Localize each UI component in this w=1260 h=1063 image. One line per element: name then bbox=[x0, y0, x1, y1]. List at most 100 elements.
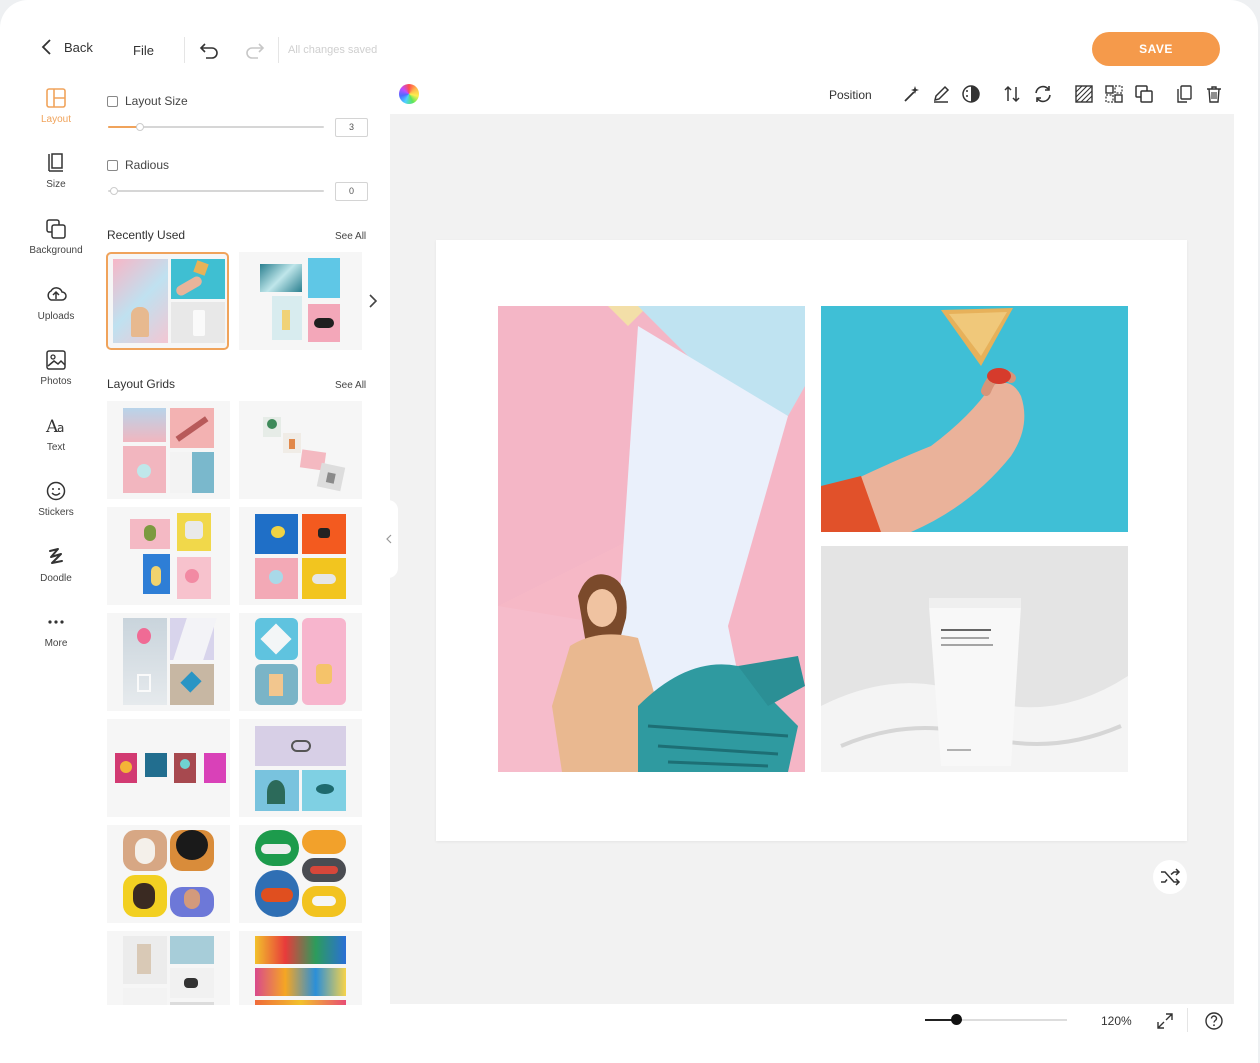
fullscreen-button[interactable] bbox=[1156, 1012, 1174, 1035]
radius-slider-handle[interactable] bbox=[110, 187, 118, 195]
contrast-icon bbox=[962, 85, 980, 103]
file-menu[interactable]: File bbox=[133, 43, 154, 58]
layers-button[interactable] bbox=[1134, 84, 1154, 109]
save-button[interactable]: SAVE bbox=[1092, 32, 1220, 66]
rail-item-background[interactable]: Background bbox=[20, 218, 92, 256]
lotion-photo-art bbox=[821, 546, 1128, 772]
radius-toggle[interactable]: Radious bbox=[107, 158, 169, 172]
layout-size-slider-handle[interactable] bbox=[136, 123, 144, 131]
svg-text:a: a bbox=[57, 421, 64, 435]
zoom-value: 120% bbox=[1101, 1014, 1132, 1028]
layout-size-input[interactable]: 3 bbox=[335, 118, 368, 137]
divider bbox=[278, 37, 279, 63]
layout-grid-thumb[interactable] bbox=[239, 401, 362, 499]
duplicate-icon bbox=[1177, 85, 1192, 103]
layout-grids-see-all[interactable]: See All bbox=[335, 380, 366, 391]
zoom-slider-handle[interactable] bbox=[951, 1014, 962, 1025]
collage-photo-woman[interactable] bbox=[498, 306, 805, 772]
layout-grid-thumb[interactable] bbox=[239, 931, 362, 1005]
layout-grid-thumb[interactable] bbox=[107, 401, 230, 499]
collage-page[interactable] bbox=[436, 240, 1187, 841]
radius-label: Radious bbox=[125, 158, 170, 172]
rotate-button[interactable] bbox=[1032, 84, 1054, 109]
recent-layout-thumb-2[interactable] bbox=[239, 252, 362, 350]
rail-item-size[interactable]: Size bbox=[20, 152, 92, 190]
rail-item-label: Photos bbox=[40, 376, 72, 387]
layout-grid-thumb[interactable] bbox=[107, 825, 230, 923]
thumb-tile bbox=[272, 296, 302, 340]
help-button[interactable] bbox=[1204, 1011, 1224, 1036]
layout-grid-thumb[interactable] bbox=[107, 719, 230, 817]
rail-item-label: Background bbox=[29, 245, 83, 256]
save-status: All changes saved bbox=[288, 44, 378, 56]
layout-size-label: Layout Size bbox=[125, 94, 188, 108]
sticker-icon bbox=[46, 481, 66, 501]
rail-item-stickers[interactable]: Stickers bbox=[20, 480, 92, 518]
size-icon bbox=[48, 153, 63, 172]
collage-photo-hand[interactable] bbox=[821, 306, 1128, 532]
collage-photo-lotion[interactable] bbox=[821, 546, 1128, 772]
recently-used-see-all[interactable]: See All bbox=[335, 231, 366, 242]
chevron-left-icon bbox=[41, 39, 51, 55]
text-icon: Aa bbox=[45, 417, 64, 437]
layout-grid-thumb[interactable] bbox=[107, 931, 230, 1005]
photo-icon bbox=[46, 350, 66, 370]
rail-item-label: Size bbox=[46, 179, 66, 190]
delete-button[interactable] bbox=[1204, 84, 1224, 109]
color-palette-icon[interactable] bbox=[399, 84, 419, 104]
rail-item-photos[interactable]: Photos bbox=[20, 349, 92, 387]
shuffle-layout-button[interactable] bbox=[1153, 860, 1187, 894]
redo-button[interactable] bbox=[244, 40, 266, 65]
undo-icon bbox=[199, 43, 218, 59]
zoom-bar: 120% bbox=[390, 1004, 1234, 1044]
radius-input[interactable]: 0 bbox=[335, 182, 368, 201]
layout-grid-thumb[interactable] bbox=[239, 719, 362, 817]
layout-grids-title: Layout Grids bbox=[107, 377, 176, 391]
pencil-icon bbox=[933, 85, 950, 103]
swap-icon bbox=[1105, 85, 1123, 103]
recently-used-next-button[interactable] bbox=[368, 293, 378, 314]
draw-button[interactable] bbox=[931, 84, 951, 109]
hand-photo-art bbox=[821, 306, 1128, 532]
adjust-button[interactable] bbox=[961, 84, 981, 109]
rail-item-layout[interactable]: Layout bbox=[20, 87, 92, 125]
layout-size-toggle[interactable]: Layout Size bbox=[107, 94, 188, 108]
back-button[interactable]: Back bbox=[40, 38, 93, 56]
checkbox[interactable] bbox=[107, 95, 118, 107]
recently-used-title: Recently Used bbox=[107, 228, 186, 242]
pattern-button[interactable] bbox=[1074, 84, 1094, 109]
layout-panel: Layout Size 3 Radious 0 Recently Used Se… bbox=[100, 80, 388, 1005]
layers-icon bbox=[1135, 85, 1153, 103]
flip-button[interactable] bbox=[1002, 84, 1022, 109]
undo-button[interactable] bbox=[198, 40, 220, 65]
layout-grid-thumb[interactable] bbox=[239, 825, 362, 923]
woman-photo-art bbox=[498, 306, 805, 772]
rail-item-doodle[interactable]: Doodle bbox=[20, 546, 92, 584]
layout-grid-thumb[interactable] bbox=[239, 507, 362, 605]
radius-slider-track[interactable] bbox=[108, 190, 324, 192]
layout-grid-thumb[interactable] bbox=[107, 507, 230, 605]
layout-grid-thumb[interactable] bbox=[239, 613, 362, 711]
rotate-icon bbox=[1035, 85, 1051, 103]
checkbox[interactable] bbox=[107, 159, 118, 171]
divider bbox=[184, 37, 185, 63]
expand-icon bbox=[1157, 1013, 1173, 1029]
editor-canvas[interactable] bbox=[390, 114, 1234, 1004]
upload-icon bbox=[47, 287, 67, 301]
magic-wand-button[interactable] bbox=[901, 84, 921, 109]
thumb-tile bbox=[260, 264, 302, 292]
rail-item-label: Layout bbox=[40, 114, 72, 125]
rail-item-label: Uploads bbox=[37, 311, 75, 322]
position-button[interactable]: Position bbox=[829, 88, 872, 102]
swap-button[interactable] bbox=[1104, 84, 1124, 109]
flip-vertical-icon bbox=[1004, 85, 1020, 103]
rail-item-more[interactable]: More bbox=[20, 611, 92, 649]
collapse-panel-button[interactable] bbox=[380, 500, 398, 578]
duplicate-button[interactable] bbox=[1174, 84, 1194, 109]
rail-item-text[interactable]: Aa Text bbox=[20, 415, 92, 453]
layout-grid-thumb[interactable] bbox=[107, 613, 230, 711]
editor-toolbar: Position bbox=[390, 74, 1234, 114]
shuffle-icon bbox=[1161, 868, 1181, 886]
recent-layout-thumb-1[interactable] bbox=[106, 252, 229, 350]
rail-item-uploads[interactable]: Uploads bbox=[20, 284, 92, 322]
